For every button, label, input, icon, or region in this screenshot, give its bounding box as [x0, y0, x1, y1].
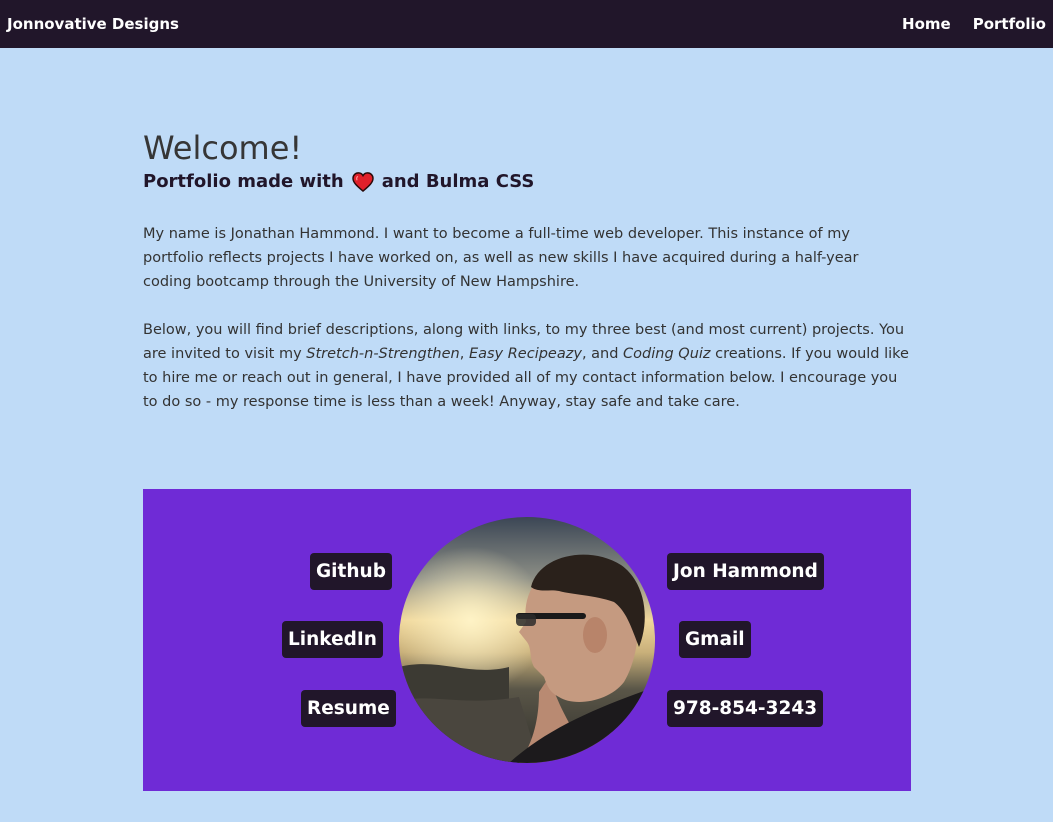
navbar: Jonnovative Designs Home Portfolio [0, 0, 1053, 48]
github-link[interactable]: Github [310, 553, 392, 590]
linkedin-link[interactable]: LinkedIn [282, 621, 383, 658]
nav-portfolio-link[interactable]: Portfolio [973, 15, 1046, 33]
page-subtitle: Portfolio made with and Bulma CSS [143, 168, 911, 196]
brand-logo[interactable]: Jonnovative Designs [7, 15, 179, 33]
intro-paragraph-2: Below, you will find brief descriptions,… [143, 318, 911, 414]
page-title: Welcome! [143, 129, 303, 167]
name-tag[interactable]: Jon Hammond [667, 553, 824, 590]
nav-home-link[interactable]: Home [902, 15, 951, 33]
p2-sep-1: , [459, 346, 469, 362]
profile-photo [399, 517, 655, 763]
phone-number[interactable]: 978-854-3243 [667, 690, 824, 727]
subtitle-suffix: and Bulma CSS [381, 171, 535, 192]
contact-panel: Github LinkedIn Resume Jon Hammond Gmail… [143, 489, 911, 791]
intro-section: Welcome! Portfolio made with and Bulma C… [143, 128, 911, 414]
project-easy-recipeazy: Easy Recipeazy [468, 346, 582, 362]
nav-links: Home Portfolio [880, 15, 1046, 33]
intro-paragraph-1: My name is Jonathan Hammond. I want to b… [143, 226, 859, 290]
p2-sep-2: , and [581, 346, 624, 362]
subtitle-prefix: Portfolio made with [143, 171, 344, 192]
project-stretch-n-strengthen: Stretch-n-Strengthen [306, 346, 460, 362]
project-coding-quiz: Coding Quiz [623, 346, 711, 362]
resume-link[interactable]: Resume [301, 690, 396, 727]
profile-photo-image [399, 517, 655, 763]
gmail-link[interactable]: Gmail [679, 621, 751, 658]
heart-icon [351, 172, 374, 192]
